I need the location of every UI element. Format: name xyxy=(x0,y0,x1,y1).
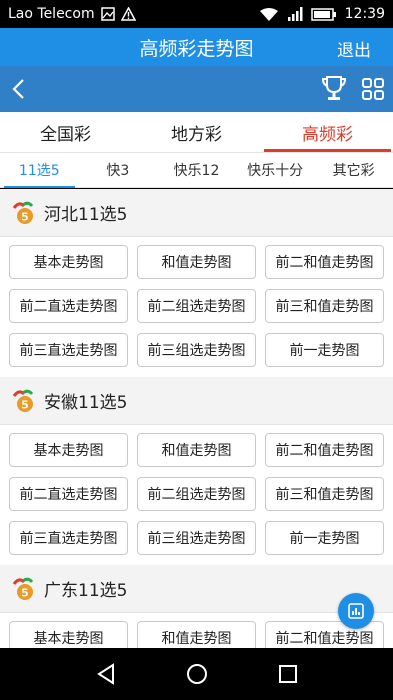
system-nav-bar xyxy=(0,648,393,700)
section-header: 5 广东11选5 xyxy=(0,565,393,613)
chart-button[interactable]: 前三和值走势图 xyxy=(265,289,384,323)
section-header: 5 河北11选5 xyxy=(0,189,393,237)
chart-button[interactable]: 前二直选走势图 xyxy=(9,289,128,323)
subtab-11x5[interactable]: 11选5 xyxy=(0,153,79,188)
grid-apps-icon[interactable] xyxy=(362,78,384,100)
chart-button[interactable]: 前一走势图 xyxy=(265,333,384,367)
chart-button[interactable]: 和值走势图 xyxy=(137,245,256,279)
trend-list: 5 河北11选5 基本走势图 和值走势图 前二和值走势图 前二直选走势图 前二组… xyxy=(0,189,393,648)
tab-high-frequency-lottery[interactable]: 高频彩 xyxy=(262,112,393,152)
subtab-klsf[interactable]: 快乐十分 xyxy=(236,153,315,187)
button-grid: 基本走势图 和值走势图 前二和值走势图 前二直选走势图 前二组选走势图 前三和值… xyxy=(0,237,393,377)
chart-button[interactable]: 前三和值走势图 xyxy=(265,477,384,511)
carrier-name: Lao Telecom xyxy=(8,6,95,22)
nav-bar xyxy=(0,66,393,112)
subtab-kl12[interactable]: 快乐12 xyxy=(157,153,236,187)
chart-button[interactable]: 基本走势图 xyxy=(9,621,128,648)
warning-icon xyxy=(120,7,136,21)
exit-button[interactable]: 退出 xyxy=(337,36,371,61)
svg-text:5: 5 xyxy=(21,210,29,223)
image-notification-icon xyxy=(100,7,115,21)
tab-local-lottery[interactable]: 地方彩 xyxy=(131,112,262,152)
chart-button[interactable]: 基本走势图 xyxy=(9,245,128,279)
chevron-left-icon[interactable] xyxy=(8,77,32,101)
floating-chart-button[interactable] xyxy=(338,593,374,629)
chart-button[interactable]: 前二组选走势图 xyxy=(137,477,256,511)
section-title: 广东11选5 xyxy=(44,581,128,601)
status-bar: Lao Telecom 12:39 xyxy=(0,0,393,28)
chart-button[interactable]: 前二和值走势图 xyxy=(265,245,384,279)
lottery-logo-icon: 5 xyxy=(12,577,34,600)
tab-national-lottery[interactable]: 全国彩 xyxy=(0,112,131,152)
section-title: 河北11选5 xyxy=(44,205,128,225)
svg-text:5: 5 xyxy=(21,586,29,599)
chart-button[interactable]: 前三直选走势图 xyxy=(9,521,128,555)
lottery-logo-icon: 5 xyxy=(12,389,34,412)
trophy-icon[interactable] xyxy=(321,75,347,103)
chart-icon xyxy=(348,603,364,619)
battery-icon xyxy=(310,7,337,21)
chart-button[interactable]: 前二和值走势图 xyxy=(265,433,384,467)
chart-button[interactable]: 前三组选走势图 xyxy=(137,521,256,555)
sub-tabs: 11选5 快3 快乐12 快乐十分 其它彩 xyxy=(0,152,393,188)
chart-button[interactable]: 前二组选走势图 xyxy=(137,289,256,323)
chart-button[interactable]: 和值走势图 xyxy=(137,433,256,467)
button-grid: 基本走势图 和值走势图 前二和值走势图 前二直选走势图 前二组选走势图 前三和值… xyxy=(0,425,393,565)
button-grid: 基本走势图 和值走势图 前二和值走势图 xyxy=(0,613,393,648)
chart-button[interactable]: 前一走势图 xyxy=(265,521,384,555)
section-header: 5 安徽11选5 xyxy=(0,377,393,425)
chart-button[interactable]: 前三直选走势图 xyxy=(9,333,128,367)
clock: 12:39 xyxy=(344,6,385,22)
subtab-k3[interactable]: 快3 xyxy=(79,153,158,187)
back-triangle-icon[interactable] xyxy=(95,663,117,685)
chart-button[interactable]: 和值走势图 xyxy=(137,621,256,648)
chart-button[interactable]: 前二直选走势图 xyxy=(9,477,128,511)
wifi-icon xyxy=(259,7,279,22)
section-title: 安徽11选5 xyxy=(44,393,128,413)
chart-button[interactable]: 前三组选走势图 xyxy=(137,333,256,367)
subtab-other[interactable]: 其它彩 xyxy=(314,153,393,187)
chart-button[interactable]: 基本走势图 xyxy=(9,433,128,467)
title-bar: 高频彩走势图 退出 xyxy=(0,28,393,66)
category-tabs: 全国彩 地方彩 高频彩 xyxy=(0,112,393,152)
signal-icon xyxy=(287,7,303,21)
svg-text:5: 5 xyxy=(21,398,29,411)
page-title: 高频彩走势图 xyxy=(139,37,254,60)
lottery-logo-icon: 5 xyxy=(12,201,34,224)
recents-square-icon[interactable] xyxy=(278,664,298,684)
home-circle-icon[interactable] xyxy=(186,663,208,685)
